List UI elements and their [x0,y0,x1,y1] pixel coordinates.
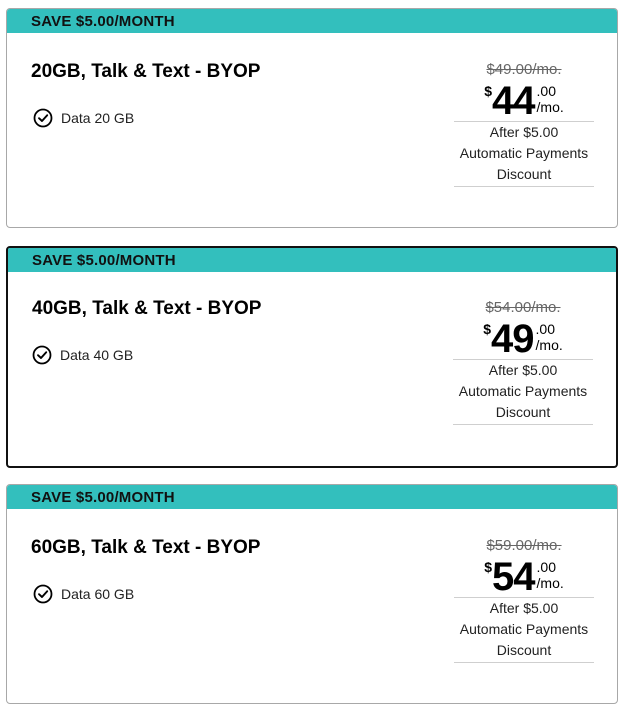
check-circle-icon [32,345,52,365]
plan-title: 60GB, Talk & Text - BYOP [31,537,261,558]
feature-item: Data 20 GB [33,108,134,128]
plan-title: 20GB, Talk & Text - BYOP [31,61,261,82]
price-period: /mo. [536,575,564,591]
price-dollars: 44 [492,79,535,123]
save-banner: SAVE $5.00/MONTH [7,485,617,509]
price-dollars: 54 [492,555,535,599]
original-price: $49.00/mo. [486,61,562,78]
currency-symbol: $ [484,83,493,99]
discount-line: After $5.00 [488,362,558,378]
discount-line: After $5.00 [489,600,559,616]
price-cents: .00 [536,83,556,99]
discount-line: Automatic Payments [459,145,589,161]
price-cents: .00 [536,559,556,575]
current-price: $ 49 .00 /mo. [453,319,593,361]
price-dollars: 49 [491,317,534,361]
discount-line: After $5.00 [489,124,559,140]
feature-item: Data 40 GB [32,345,133,365]
original-price: $59.00/mo. [486,537,562,554]
price-period: /mo. [535,337,563,353]
plan-card-60gb[interactable]: SAVE $5.00/MONTH 60GB, Talk & Text - BYO… [6,484,618,704]
discount-note: After $5.00 Automatic Payments Discount [454,121,594,187]
feature-item: Data 60 GB [33,584,134,604]
plan-title: 40GB, Talk & Text - BYOP [32,298,262,319]
feature-label: Data 40 GB [60,347,134,363]
discount-line: Discount [496,642,552,658]
check-circle-icon [33,108,53,128]
currency-symbol: $ [484,559,493,575]
feature-label: Data 20 GB [61,110,135,126]
price-block: $59.00/mo. $ 54 .00 /mo. After $5.00 Aut… [454,537,594,663]
plan-card-40gb[interactable]: SAVE $5.00/MONTH 40GB, Talk & Text - BYO… [6,246,618,468]
price-cents: .00 [535,321,555,337]
discount-line: Automatic Payments [459,621,589,637]
discount-note: After $5.00 Automatic Payments Discount [453,359,593,425]
save-banner: SAVE $5.00/MONTH [8,248,616,272]
check-circle-icon [33,584,53,604]
discount-line: Automatic Payments [458,383,588,399]
discount-note: After $5.00 Automatic Payments Discount [454,597,594,663]
original-price: $54.00/mo. [485,299,561,316]
feature-label: Data 60 GB [61,586,135,602]
currency-symbol: $ [483,321,492,337]
discount-line: Discount [496,166,552,182]
current-price: $ 44 .00 /mo. [454,81,594,123]
price-block: $54.00/mo. $ 49 .00 /mo. After $5.00 Aut… [453,299,593,425]
price-block: $49.00/mo. $ 44 .00 /mo. After $5.00 Aut… [454,61,594,187]
price-period: /mo. [536,99,564,115]
discount-line: Discount [495,404,551,420]
plan-card-20gb[interactable]: SAVE $5.00/MONTH 20GB, Talk & Text - BYO… [6,8,618,228]
current-price: $ 54 .00 /mo. [454,557,594,599]
save-banner: SAVE $5.00/MONTH [7,9,617,33]
